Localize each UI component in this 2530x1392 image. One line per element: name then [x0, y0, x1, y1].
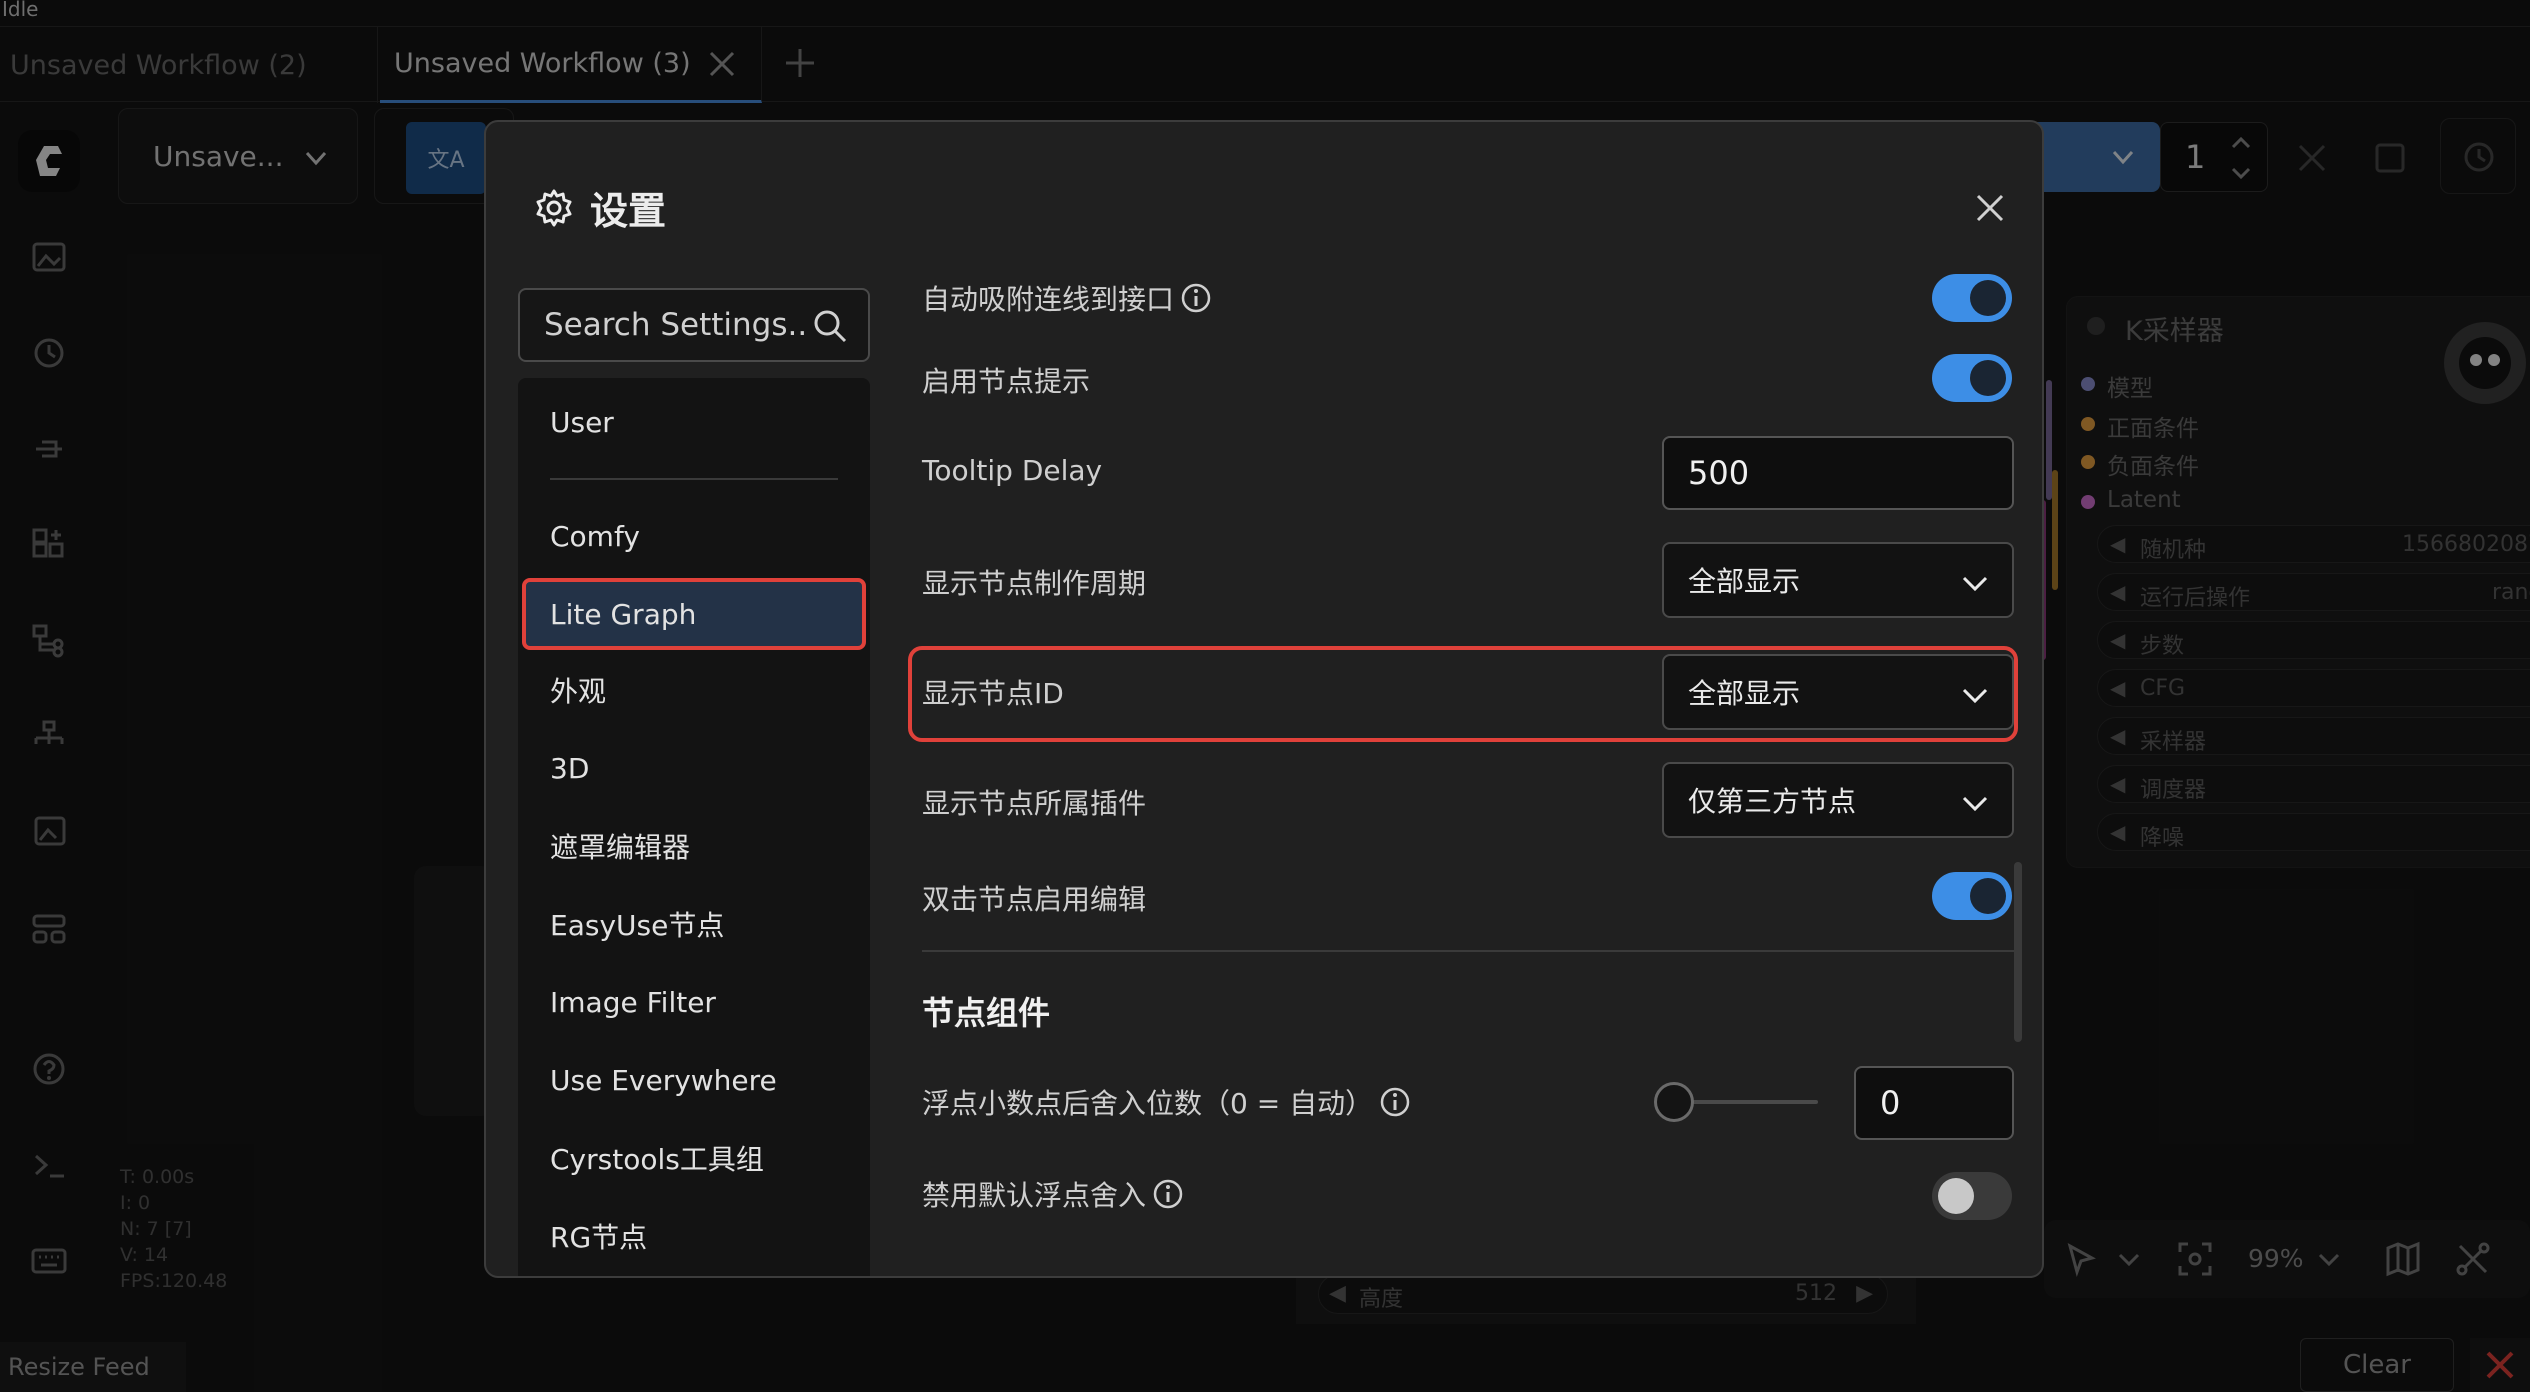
category-use-everywhere[interactable]: Use Everywhere — [522, 1044, 866, 1116]
float-round-slider-handle[interactable] — [1654, 1082, 1694, 1122]
node-tips-toggle[interactable] — [1932, 354, 2012, 402]
scrollbar[interactable] — [2014, 862, 2022, 1042]
category-comfy[interactable]: Comfy — [522, 500, 866, 572]
setting-label: 禁用默认浮点舍入 — [922, 1174, 1184, 1214]
setting-label: 显示节点所属插件 — [922, 787, 1147, 820]
search-icon — [814, 310, 847, 343]
float-round-input[interactable]: 0 — [1854, 1066, 2014, 1140]
tooltip-delay-input[interactable]: 500 — [1662, 436, 2014, 510]
category-lite-graph[interactable]: Lite Graph — [522, 578, 866, 650]
info-icon[interactable] — [1379, 1086, 1411, 1118]
divider — [550, 478, 838, 480]
setting-label: 浮点小数点后舍入位数（0 = 自动） — [922, 1082, 1411, 1122]
category-cyrstools[interactable]: Cyrstools工具组 — [522, 1122, 866, 1194]
category-image-filter[interactable]: Image Filter — [522, 966, 866, 1038]
category-rg-nodes[interactable]: RG节点 — [522, 1200, 866, 1272]
settings-category-list: User Comfy Lite Graph 外观 3D 遮罩编辑器 EasyUs… — [518, 378, 870, 1276]
category-easyuse[interactable]: EasyUse节点 — [522, 888, 866, 960]
setting-label: 自动吸附连线到接口 — [922, 278, 1212, 318]
dialog-title-text: 设置 — [590, 189, 667, 233]
disable-round-toggle[interactable] — [1932, 1172, 2012, 1220]
search-input[interactable] — [520, 290, 820, 360]
info-icon[interactable] — [1180, 282, 1212, 314]
setting-label: 双击节点启用编辑 — [922, 883, 1147, 916]
auto-snap-toggle[interactable] — [1932, 274, 2012, 322]
node-lifecycle-select[interactable]: 全部显示 — [1662, 542, 2014, 618]
section-title: 节点组件 — [922, 994, 1051, 1032]
setting-label: 显示节点ID — [922, 677, 1064, 710]
dialog-title: 设置 — [534, 180, 666, 235]
info-icon[interactable] — [1152, 1178, 1184, 1210]
setting-label: 启用节点提示 — [922, 365, 1091, 398]
gear-icon — [536, 189, 572, 226]
node-id-select[interactable]: 全部显示 — [1662, 654, 2014, 730]
chevron-down-icon — [1962, 576, 1988, 592]
search-settings-field[interactable] — [518, 288, 870, 362]
category-mask-editor[interactable]: 遮罩编辑器 — [522, 810, 866, 882]
chevron-down-icon — [1962, 796, 1988, 812]
category-3d[interactable]: 3D — [522, 732, 866, 804]
category-appearance[interactable]: 外观 — [522, 654, 866, 726]
settings-dialog: 设置 User Comfy Lite Graph 外观 3D 遮罩编辑器 Eas… — [484, 120, 2044, 1278]
close-icon[interactable] — [1970, 188, 2010, 228]
dblclick-edit-toggle[interactable] — [1932, 872, 2012, 920]
category-user[interactable]: User — [522, 386, 866, 458]
divider — [922, 950, 2014, 952]
node-plugin-select[interactable]: 仅第三方节点 — [1662, 762, 2014, 838]
setting-label: Tooltip Delay — [922, 454, 1103, 487]
chevron-down-icon — [1962, 688, 1988, 704]
setting-label: 显示节点制作周期 — [922, 567, 1147, 600]
